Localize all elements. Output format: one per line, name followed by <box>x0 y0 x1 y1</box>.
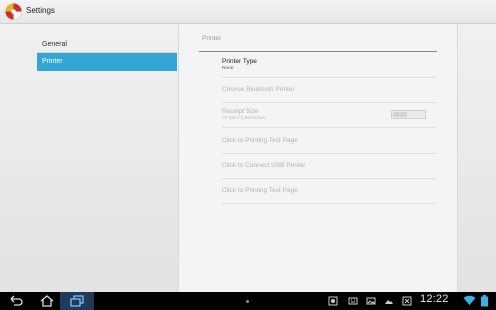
pref-choose-bluetooth-printer[interactable]: Choose Bluetooth Printer <box>222 86 436 93</box>
settings-content: General Printer Printer Printer Type Non… <box>0 24 496 292</box>
image-icon[interactable] <box>384 296 394 306</box>
receipt-size-toggle[interactable]: L <box>391 110 426 119</box>
pref-divider <box>222 153 437 154</box>
toggle-thumb: L <box>393 112 407 117</box>
menu-dot-icon[interactable] <box>246 300 249 303</box>
pref-divider <box>222 203 437 204</box>
pref-title: Click to Printing Test Page <box>222 137 298 144</box>
battery-icon <box>481 295 488 307</box>
pref-divider <box>222 178 437 179</box>
printer-settings-panel: Printer Printer Type None Choose Bluetoo… <box>178 24 458 292</box>
panel-title-divider <box>199 51 437 52</box>
home-icon[interactable] <box>39 294 55 308</box>
keyboard-icon[interactable] <box>348 296 358 306</box>
screenshot-icon[interactable] <box>328 296 338 306</box>
app-title: Settings <box>26 6 55 15</box>
gallery-icon[interactable] <box>366 296 376 306</box>
pref-printer-type[interactable]: Printer Type None <box>222 58 436 71</box>
pref-title: Click to Printing Test Page <box>222 187 298 194</box>
nav-item-printer[interactable]: Printer <box>37 53 177 71</box>
back-icon[interactable] <box>8 294 24 308</box>
pref-divider <box>222 77 437 78</box>
pref-divider <box>222 102 437 103</box>
recent-apps-icon[interactable] <box>69 294 85 308</box>
action-bar: Settings <box>0 0 496 24</box>
panel-title: Printer <box>202 35 222 42</box>
pref-print-test-page-2[interactable]: Click to Printing Test Page <box>222 187 436 194</box>
clock[interactable]: 12:22 <box>420 293 449 305</box>
app-logo-icon[interactable] <box>5 3 22 20</box>
system-navigation-bar: 12:22 <box>0 292 496 310</box>
pref-summary: None <box>222 66 234 71</box>
pref-title: Click to Connect USB Printer <box>222 162 306 169</box>
pref-divider <box>222 127 437 128</box>
pref-title: Choose Bluetooth Printer <box>222 86 295 93</box>
pref-title: Printer Type <box>222 58 257 65</box>
cross-app-icon[interactable] <box>402 296 412 306</box>
pref-connect-usb-printer[interactable]: Click to Connect USB Printer <box>222 162 436 169</box>
wifi-icon <box>463 295 476 305</box>
pref-print-test-page-1[interactable]: Click to Printing Test Page <box>222 137 436 144</box>
